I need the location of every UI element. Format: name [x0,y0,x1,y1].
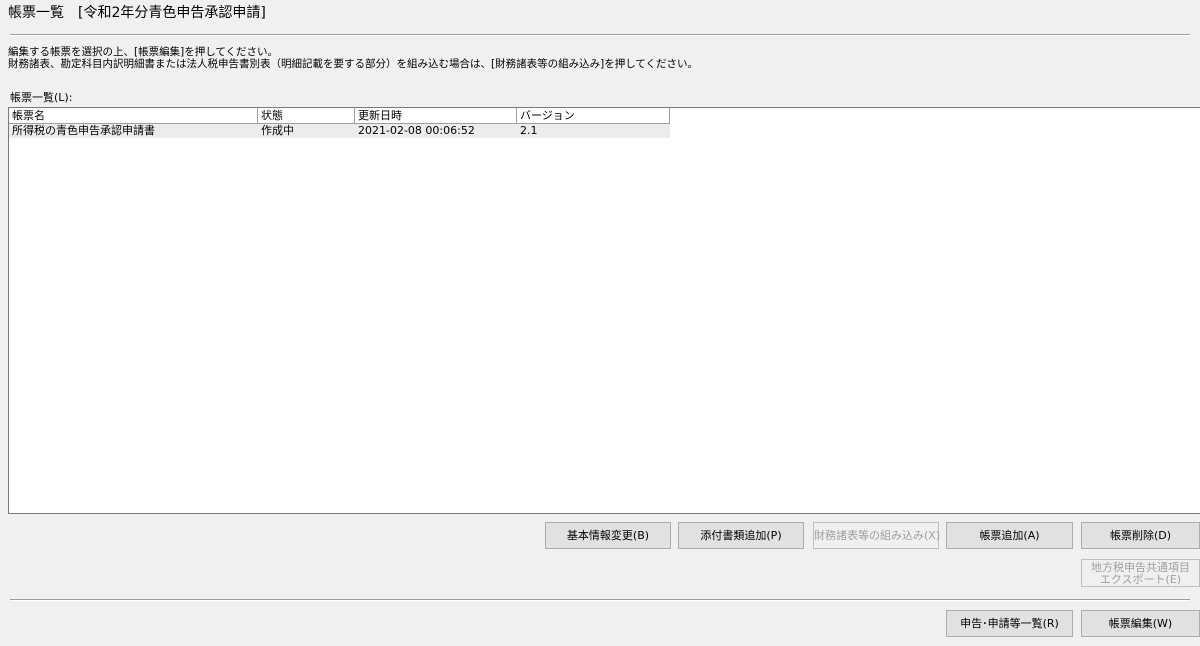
form-list-rows: 所得税の青色申告承認申請書 作成中 2021-02-08 00:06:52 2.… [9,124,670,138]
form-list-header: 帳票名 状態 更新日時 バージョン [9,108,670,124]
add-form-button[interactable]: 帳票追加(A) [946,522,1073,549]
window-title: 帳票一覧 [令和2年分青色申告承認申請] [8,5,266,21]
column-header-form-name[interactable]: 帳票名 [9,108,258,124]
column-header-status[interactable]: 状態 [258,108,355,124]
instructions: 編集する帳票を選択の上、[帳票編集]を押してください。 財務諸表、勘定科目内訳明… [8,46,698,70]
row-updated: 2021-02-08 00:06:52 [358,124,475,137]
form-list-label: 帳票一覧(L): [10,91,73,104]
edit-form-button[interactable]: 帳票編集(W) [1081,610,1200,637]
column-header-version[interactable]: バージョン [517,108,670,124]
add-attachment-button[interactable]: 添付書類追加(P) [678,522,804,549]
delete-form-button[interactable]: 帳票削除(D) [1081,522,1200,549]
table-row[interactable]: 所得税の青色申告承認申請書 作成中 2021-02-08 00:06:52 2.… [9,124,670,138]
form-list[interactable]: 帳票名 状態 更新日時 バージョン 所得税の青色申告承認申請書 作成中 2021… [8,107,1200,514]
row-status: 作成中 [261,124,294,137]
embed-financial-statements-button[interactable]: 財務諸表等の組み込み(X) [813,522,940,549]
basic-info-change-button[interactable]: 基本情報変更(B) [545,522,671,549]
instruction-line-2: 財務諸表、勘定科目内訳明細書または法人税申告書別表（明細記載を要する部分）を組み… [8,58,699,70]
filing-list-button[interactable]: 申告･申請等一覧(R) [946,610,1073,637]
local-tax-export-label-1: 地方税申告共通項目 [1091,560,1190,574]
footer-divider [10,599,1190,601]
title-divider [10,34,1190,36]
instruction-line-1: 編集する帳票を選択の上、[帳票編集]を押してください。 [8,46,279,58]
column-header-updated[interactable]: 更新日時 [355,108,517,124]
row-form-name: 所得税の青色申告承認申請書 [12,124,155,137]
local-tax-export-label-2: エクスポート(E) [1099,572,1182,586]
local-tax-export-button[interactable]: 地方税申告共通項目 エクスポート(E) [1081,559,1200,587]
row-version: 2.1 [520,124,538,137]
